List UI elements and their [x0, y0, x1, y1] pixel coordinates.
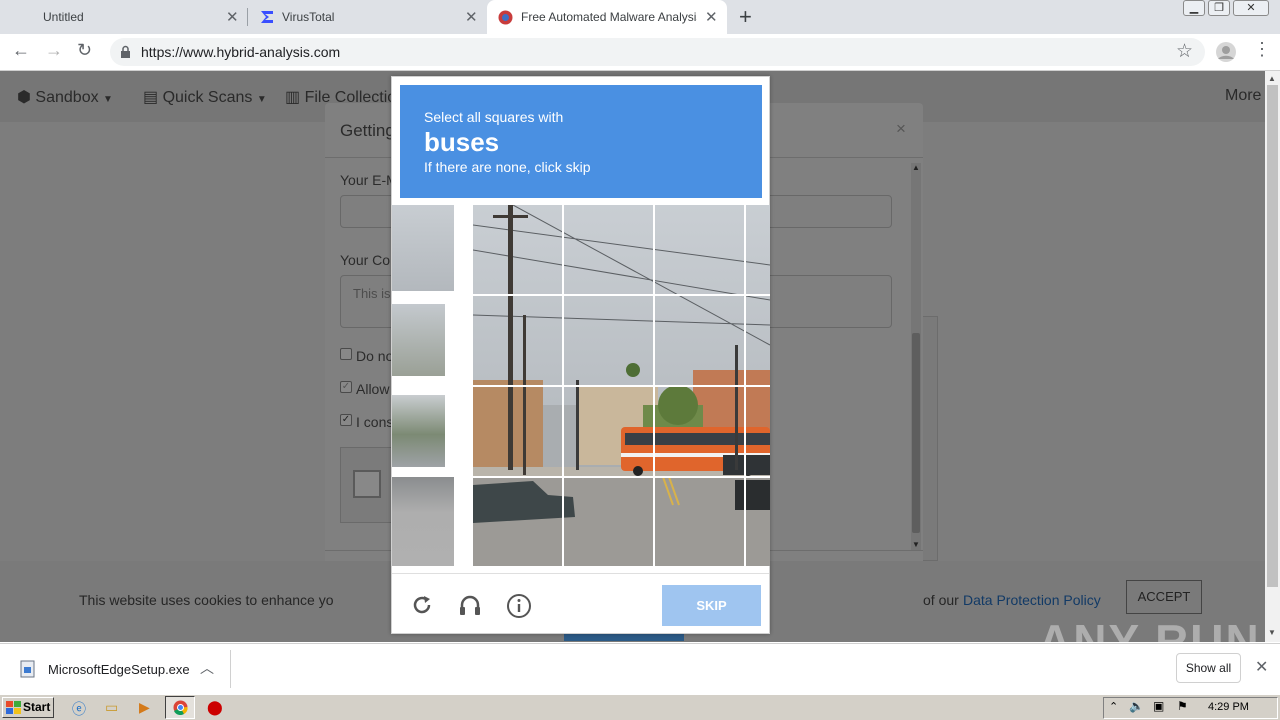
reload-challenge-icon[interactable] [410, 593, 434, 617]
forward-arrow-icon[interactable]: → [45, 40, 63, 61]
checkbox-consent-label: I cons [356, 414, 394, 430]
clock[interactable]: 4:29 PM [1208, 701, 1249, 713]
recaptcha-checkbox[interactable] [353, 470, 381, 498]
chrome-icon [173, 700, 188, 715]
new-tab-button[interactable]: + [739, 4, 752, 30]
bookmark-star-icon[interactable]: ☆ [1176, 40, 1193, 63]
challenge-target: buses [424, 127, 500, 157]
url-text: https://www.hybrid-analysis.com [141, 44, 341, 60]
audio-challenge-icon[interactable] [458, 593, 482, 617]
challenge-hint: If there are none, click skip [424, 159, 591, 175]
info-icon[interactable] [506, 593, 532, 619]
caret-down-icon: ▼ [256, 94, 267, 105]
modal-close-icon[interactable]: × [896, 119, 906, 139]
tray-expand-icon[interactable]: ⌃ [1109, 700, 1118, 713]
cookie-text-suffix: of our [923, 592, 959, 608]
media-player-icon[interactable]: ▶ [139, 699, 150, 716]
skip-button[interactable]: SKIP [662, 585, 761, 626]
more-menu[interactable]: More [1225, 87, 1261, 105]
challenge-instruction: Select all squares with [424, 109, 564, 125]
quick-scans-label: Quick Scans [162, 89, 253, 106]
menu-kebab-icon[interactable]: ⋮ [1253, 39, 1271, 60]
tab-title: VirusTotal [282, 10, 335, 24]
modal-title: Getting [340, 121, 395, 140]
virustotal-sigma-icon [261, 11, 273, 23]
checkbox-do-not-label: Do no [356, 348, 394, 364]
image-grid [473, 205, 770, 566]
start-button[interactable]: Start [2, 697, 54, 718]
tab-hybrid-analysis[interactable]: Free Automated Malware Analysis Sc ✕ [487, 0, 727, 34]
network-icon[interactable]: ▣ [1153, 699, 1164, 713]
sandbox-menu[interactable]: ⬢ Sandbox ▼ [17, 87, 113, 107]
data-protection-link[interactable]: Data Protection Policy [963, 592, 1101, 608]
internet-explorer-icon[interactable]: ⓔ [72, 699, 86, 719]
browser-toolbar: ← → ↻ https://www.hybrid-analysis.com ☆ … [0, 34, 1280, 71]
back-arrow-icon[interactable]: ← [12, 40, 30, 61]
lock-icon [121, 45, 130, 58]
system-tray: ⌃ 🔈 ▣ ⚑ 4:29 PM [1103, 697, 1278, 719]
recaptcha-challenge: Select all squares with buses If there a… [391, 76, 770, 634]
tab-title: Untitled [43, 10, 84, 24]
tab-virustotal[interactable]: VirusTotal ✕ [248, 0, 486, 34]
stop-sign-icon[interactable]: ⬤ [207, 699, 223, 716]
chevron-up-icon[interactable]: ︿ [200, 658, 214, 678]
chrome-taskbar-button[interactable] [165, 696, 195, 719]
modal-footer-button[interactable] [564, 633, 684, 641]
profile-avatar-icon[interactable] [1215, 41, 1237, 63]
show-all-button[interactable]: Show all [1176, 653, 1241, 683]
minimize-button[interactable]: ▁ [1183, 0, 1205, 16]
hybrid-analysis-icon [498, 10, 513, 25]
windows-taskbar: Start ⓔ ▭ ▶ ⬤ ⌃ 🔈 ▣ ⚑ 4:29 PM [0, 694, 1280, 720]
anyrun-watermark: ANY RUN [1038, 615, 1261, 642]
files-icon: ▥ [285, 89, 301, 106]
download-filename[interactable]: MicrosoftEdgeSetup.exe [48, 662, 190, 677]
checkbox-allow-label: Allow [356, 381, 390, 397]
file-icon: ▤ [143, 89, 159, 106]
cube-icon: ⬢ [17, 89, 31, 106]
close-tab-icon[interactable]: ✕ [226, 8, 239, 26]
sandbox-label: Sandbox [35, 89, 99, 106]
volume-icon[interactable]: 🔈 [1129, 699, 1144, 713]
accept-cookies-button[interactable]: ACCEPT [1126, 580, 1202, 614]
caret-down-icon: ▼ [103, 94, 113, 105]
folder-icon[interactable]: ▭ [105, 699, 118, 716]
close-tab-icon[interactable]: ✕ [465, 8, 478, 26]
quick-scans-menu[interactable]: ▤ Quick Scans ▼ [143, 87, 267, 107]
tab-title: Free Automated Malware Analysis Sc [521, 10, 697, 24]
comment-label: Your Cor [340, 252, 395, 268]
close-window-button[interactable]: ✕ [1233, 0, 1269, 16]
modal-scroll-thumb[interactable] [912, 333, 920, 533]
start-label: Start [23, 700, 51, 714]
tab-untitled[interactable]: Untitled ✕ [0, 0, 245, 34]
page-scrollbar[interactable]: ▲ ▼ [1265, 71, 1280, 642]
download-shelf: MicrosoftEdgeSetup.exe ︿ Show all ✕ [0, 643, 1280, 693]
windows-logo-icon [6, 701, 21, 714]
modal-scrollbar[interactable]: ▲ ▼ [911, 163, 921, 551]
reload-icon[interactable]: ↻ [77, 40, 92, 61]
close-tab-icon[interactable]: ✕ [705, 8, 718, 26]
challenge-header: Select all squares with buses If there a… [400, 85, 762, 198]
image-left-strip [392, 205, 454, 566]
checkbox-consent[interactable]: ✓ [340, 414, 352, 426]
restore-button[interactable]: ❐ [1208, 0, 1230, 16]
checkbox-do-not[interactable] [340, 348, 352, 360]
page-scroll-thumb[interactable] [1267, 85, 1278, 587]
comment-placeholder: This is [353, 286, 391, 301]
flag-icon[interactable]: ⚑ [1177, 699, 1188, 713]
checkbox-allow[interactable]: ✓ [340, 381, 352, 393]
email-label: Your E-M [340, 172, 398, 188]
cookie-text: This website uses cookies to enhance yo [79, 592, 334, 608]
installer-file-icon [20, 660, 35, 678]
close-shelf-icon[interactable]: ✕ [1255, 657, 1268, 677]
tab-strip: Untitled ✕ VirusTotal ✕ Free Automated M… [0, 0, 1280, 34]
address-bar[interactable]: https://www.hybrid-analysis.com ☆ [110, 38, 1205, 66]
